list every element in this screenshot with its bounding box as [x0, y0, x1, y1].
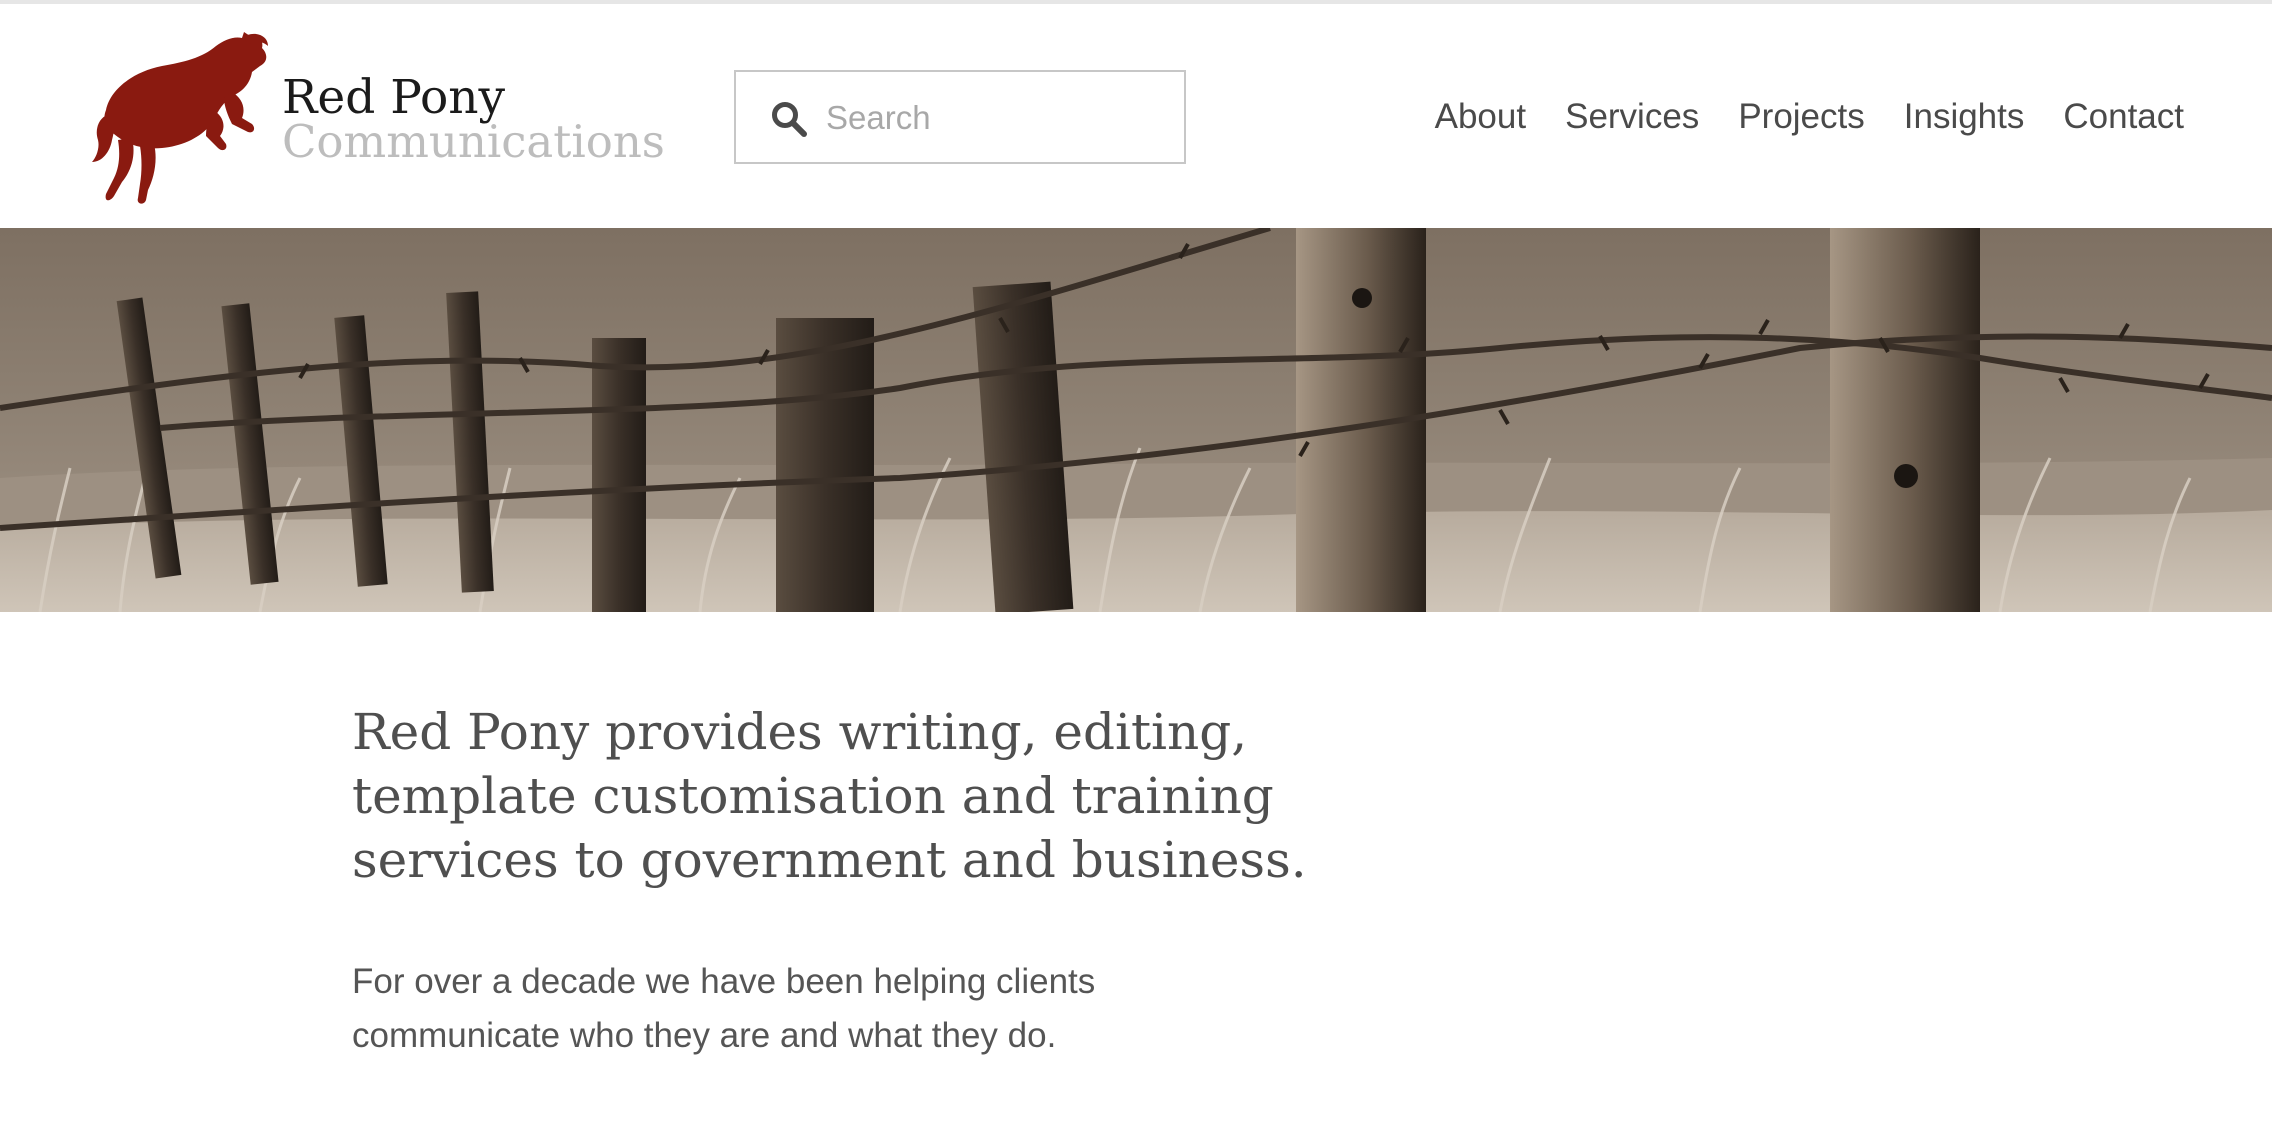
- main-nav: About Services Projects Insights Contact: [1435, 92, 2184, 148]
- fence-photo: [0, 228, 2272, 612]
- nav-projects[interactable]: Projects: [1738, 92, 1864, 148]
- leaping-pony-icon: [92, 32, 268, 204]
- intro-heading: Red Pony provides writing, editing, temp…: [352, 703, 1307, 889]
- site-header: Red Pony Communications About Services P…: [0, 4, 2272, 228]
- nav-insights[interactable]: Insights: [1904, 92, 2025, 148]
- nav-about[interactable]: About: [1435, 92, 1526, 148]
- search-box[interactable]: [734, 70, 1186, 164]
- logo-subtitle: Communications: [282, 115, 665, 168]
- search-input[interactable]: [826, 90, 1166, 146]
- nav-contact[interactable]: Contact: [2063, 92, 2184, 148]
- intro-paragraph: For over a decade we have been helping c…: [352, 962, 1096, 1055]
- hero-banner: [0, 228, 2272, 612]
- search-icon[interactable]: [770, 100, 808, 138]
- logo-link[interactable]: Red Pony Communications: [92, 32, 692, 212]
- nav-services[interactable]: Services: [1565, 92, 1699, 148]
- page: Red Pony Communications About Services P…: [0, 0, 2272, 1136]
